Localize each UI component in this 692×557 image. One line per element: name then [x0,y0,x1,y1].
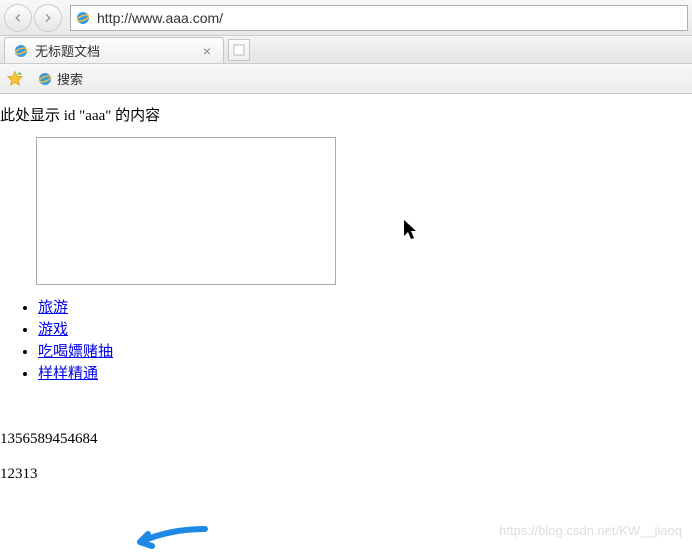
ie-logo-icon [75,10,91,26]
tab-title: 无标题文档 [35,41,100,60]
link-master[interactable]: 样样精通 [38,366,98,382]
annotation-arrow-icon [120,524,210,554]
tabs-bar: 无标题文档 × [0,36,692,64]
forward-button[interactable] [34,4,62,32]
link-list: 旅游 游戏 吃喝嫖赌抽 样样精通 [18,297,692,385]
favorites-search-label: 搜索 [57,69,83,88]
text-number-2: 12313 [0,466,692,483]
ie-logo-icon [37,71,53,87]
new-tab-button[interactable] [228,39,250,61]
content-heading: 此处显示 id "aaa" 的内容 [0,98,692,133]
favorites-star-icon[interactable] [6,70,24,88]
content-empty-box [36,137,336,285]
link-vices[interactable]: 吃喝嫖赌抽 [38,344,113,360]
navigation-bar [0,0,692,36]
text-number-1: 1356589454684 [0,431,692,448]
url-input[interactable] [97,10,683,26]
page-content: 此处显示 id "aaa" 的内容 旅游 游戏 吃喝嫖赌抽 样样精通 13565… [0,94,692,483]
list-item: 旅游 [38,297,692,319]
list-item: 吃喝嫖赌抽 [38,341,692,363]
list-item: 样样精通 [38,363,692,385]
favorites-bar: 搜索 [0,64,692,94]
close-icon[interactable]: × [199,43,215,59]
link-game[interactable]: 游戏 [38,322,68,338]
ie-logo-icon [13,43,29,59]
link-travel[interactable]: 旅游 [38,300,68,316]
favorites-search-item[interactable]: 搜索 [30,66,90,91]
address-bar[interactable] [70,5,688,31]
watermark-text: https://blog.csdn.net/KW__jiaoq [499,523,682,538]
back-button[interactable] [4,4,32,32]
tab-active[interactable]: 无标题文档 × [4,37,224,63]
list-item: 游戏 [38,319,692,341]
